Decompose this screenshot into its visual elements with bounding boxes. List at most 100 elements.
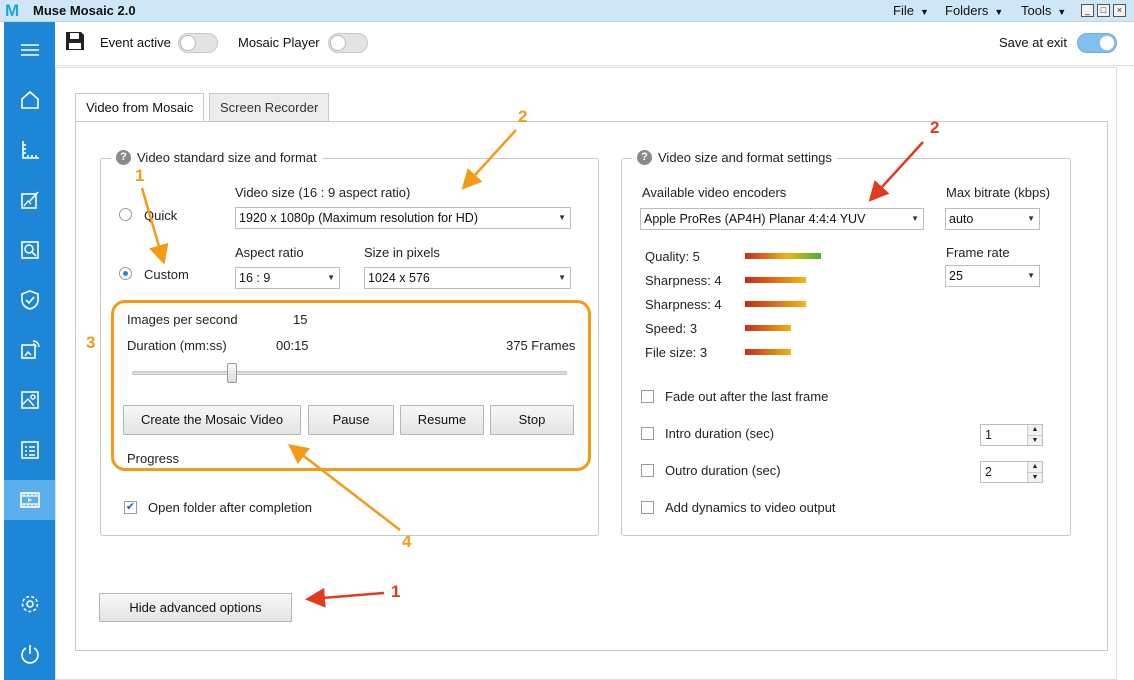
outro-duration-spinner[interactable]: 2 ▲ ▼ [980,461,1043,483]
fade-out-checkbox[interactable] [641,390,654,403]
video-size-label: Video size (16 : 9 aspect ratio) [235,185,411,200]
chevron-down-icon: ▼ [558,213,566,222]
outro-checkbox[interactable] [641,464,654,477]
ruler-icon [21,141,39,159]
speed-bar [745,325,791,331]
photo-icon [20,391,39,409]
aspect-ratio-label: Aspect ratio [235,245,304,260]
hide-advanced-options-button[interactable]: Hide advanced options [99,593,292,622]
sidebar-item-ruler[interactable] [4,130,55,170]
sidebar-item-settings[interactable] [4,584,55,624]
menu-icon [20,44,39,56]
video-standard-legend: ? Video standard size and format [111,150,322,165]
help-icon[interactable]: ? [637,150,652,165]
event-active-toggle[interactable] [178,33,218,53]
sidebar [4,22,55,680]
pause-button[interactable]: Pause [308,405,394,435]
save-at-exit-toggle[interactable] [1077,33,1117,53]
list-icon [20,441,39,459]
quick-radio[interactable] [119,208,132,221]
custom-label: Custom [144,267,189,282]
video-size-select[interactable]: 1920 x 1080p (Maximum resolution for HD)… [235,207,571,229]
group-title: Video standard size and format [137,150,317,165]
dynamics-checkbox[interactable] [641,501,654,514]
encoders-label: Available video encoders [642,185,787,200]
intro-checkbox[interactable] [641,427,654,440]
sidebar-item-video[interactable] [4,480,55,520]
max-bitrate-select[interactable]: auto ▼ [945,208,1040,230]
quality-label: Quality: 5 [645,249,700,264]
images-per-second-value: 15 [293,312,308,327]
size-pixels-label: Size in pixels [364,245,440,260]
menu-file[interactable]: File ▼ [893,3,929,18]
duration-slider-track[interactable] [132,371,567,375]
open-folder-label: Open folder after completion [148,500,313,515]
custom-radio[interactable] [119,267,132,280]
sidebar-item-photo[interactable] [4,380,55,420]
speed-label: Speed: 3 [645,321,698,336]
title-bar: M Muse Mosaic 2.0 File ▼ Folders ▼ Tools ▼ … [0,0,1134,22]
spin-up-icon[interactable]: ▲ [1028,425,1042,435]
close-button[interactable]: × [1113,4,1126,17]
maximize-button[interactable]: □ [1097,4,1110,17]
aspect-ratio-select[interactable]: 16 : 9 ▼ [235,267,340,289]
stop-button[interactable]: Stop [490,405,574,435]
sidebar-item-power[interactable] [4,634,55,674]
sharpness-label: Sharpness: 4 [645,273,722,288]
menu-folders[interactable]: Folders ▼ [945,3,1003,18]
app-logo: M [5,1,20,20]
frame-rate-label: Frame rate [946,245,1010,260]
mosaic-player-label: Mosaic Player [238,35,320,50]
outro-label: Outro duration (sec) [665,463,781,478]
settings-icon [21,595,38,613]
sidebar-item-cast[interactable] [4,330,55,370]
sidebar-item-edit-image[interactable] [4,180,55,220]
create-mosaic-video-button[interactable]: Create the Mosaic Video [123,405,301,435]
minimize-button[interactable]: _ [1081,4,1094,17]
edit-image-icon [20,191,39,209]
home-icon [20,90,39,109]
cast-icon [20,340,40,359]
duration-label: Duration (mm:ss) [127,338,227,353]
file-size-label: File size: 3 [645,345,708,360]
tab-video-from-mosaic[interactable]: Video from Mosaic [75,93,205,123]
sidebar-item-search-image[interactable] [4,230,55,270]
duration-slider-thumb[interactable] [227,363,237,383]
frames-value: 375 Frames [506,338,576,353]
video-format-legend: ? Video size and format settings [632,150,837,165]
spin-up-icon[interactable]: ▲ [1028,462,1042,472]
tab-screen-recorder[interactable]: Screen Recorder [209,93,330,122]
help-icon[interactable]: ? [116,150,131,165]
power-icon [20,645,39,664]
chevron-down-icon: ▼ [327,273,335,282]
chevron-down-icon: ▼ [558,273,566,282]
max-bitrate-label: Max bitrate (kbps) [946,185,1051,200]
fade-out-label: Fade out after the last frame [665,389,829,404]
shield-icon [20,290,39,310]
progress-label: Progress [127,451,180,466]
sharpness-bar-2 [745,301,806,307]
spin-down-icon[interactable]: ▼ [1028,472,1042,482]
menu-tools[interactable]: Tools ▼ [1021,3,1066,18]
sidebar-item-menu[interactable] [4,30,55,70]
quick-label: Quick [144,208,178,223]
spin-down-icon[interactable]: ▼ [1028,435,1042,445]
mosaic-player-toggle[interactable] [328,33,368,53]
intro-label: Intro duration (sec) [665,426,775,441]
frame-rate-select[interactable]: 25 ▼ [945,265,1040,287]
save-at-exit-label: Save at exit [999,35,1067,50]
sidebar-item-list[interactable] [4,430,55,470]
resume-button[interactable]: Resume [400,405,484,435]
open-folder-checkbox[interactable]: ✔ [124,501,137,514]
sidebar-item-shield[interactable] [4,280,55,320]
duration-value: 00:15 [276,338,309,353]
sharpness-label-2: Sharpness: 4 [645,297,722,312]
group-title: Video size and format settings [658,150,832,165]
size-pixels-select[interactable]: 1024 x 576 ▼ [364,267,571,289]
intro-duration-spinner[interactable]: 1 ▲ ▼ [980,424,1043,446]
save-icon[interactable] [64,30,86,52]
video-icon [19,492,40,508]
encoder-select[interactable]: Apple ProRes (AP4H) Planar 4:4:4 YUV ▼ [640,208,924,230]
app-title: Muse Mosaic 2.0 [33,3,136,18]
sidebar-item-home[interactable] [4,80,55,120]
